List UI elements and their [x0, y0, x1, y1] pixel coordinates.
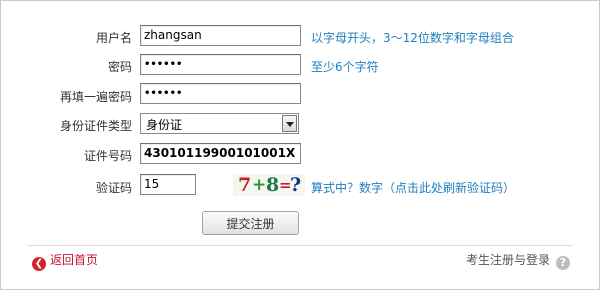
captcha-char: + [252, 175, 267, 195]
registration-panel: 用户名 zhangsan 以字母开头，3～12位数字和字母组合 密码 •••••… [0, 0, 600, 290]
captcha-refresh-link[interactable]: 算式中？数字（点击此处刷新验证码） [311, 179, 515, 196]
confirm-password-input[interactable]: •••••• [140, 83, 301, 104]
captcha-char: ? [290, 174, 302, 196]
back-arrow-icon: ❮ [32, 257, 46, 271]
password-input[interactable]: •••••• [140, 54, 301, 75]
username-input[interactable]: zhangsan [140, 25, 301, 46]
register-login-label: 考生注册与登录 [465, 253, 550, 267]
back-home-label: 返回首页 [50, 253, 99, 267]
chevron-down-icon[interactable] [282, 115, 297, 132]
captcha-image[interactable]: 7 + 8 = ? [233, 174, 305, 196]
id-number-input[interactable]: 43010119900101001X [140, 143, 301, 164]
id-type-label: 身份证件类型 [59, 119, 132, 133]
question-icon[interactable]: ? [556, 256, 570, 270]
captcha-input[interactable]: 15 [140, 174, 196, 195]
divider [27, 245, 573, 246]
id-type-value: 身份证 [146, 118, 183, 132]
id-number-label: 证件号码 [83, 149, 132, 163]
username-hint: 以字母开头，3～12位数字和字母组合 [311, 31, 514, 45]
password-hint: 至少6个字符 [311, 60, 379, 74]
confirm-password-label: 再填一遍密码 [59, 90, 132, 104]
captcha-label: 验证码 [95, 181, 132, 195]
captcha-char: 8 [266, 174, 280, 196]
username-label: 用户名 [95, 31, 132, 45]
captcha-char: 7 [238, 174, 252, 196]
back-home-link[interactable]: ❮ 返回首页 [32, 251, 98, 271]
password-label: 密码 [107, 60, 132, 74]
id-type-select[interactable]: 身份证 [140, 113, 299, 134]
register-login-link[interactable]: 考生注册与登录? [466, 251, 570, 270]
submit-button[interactable]: 提交注册 [202, 211, 299, 235]
